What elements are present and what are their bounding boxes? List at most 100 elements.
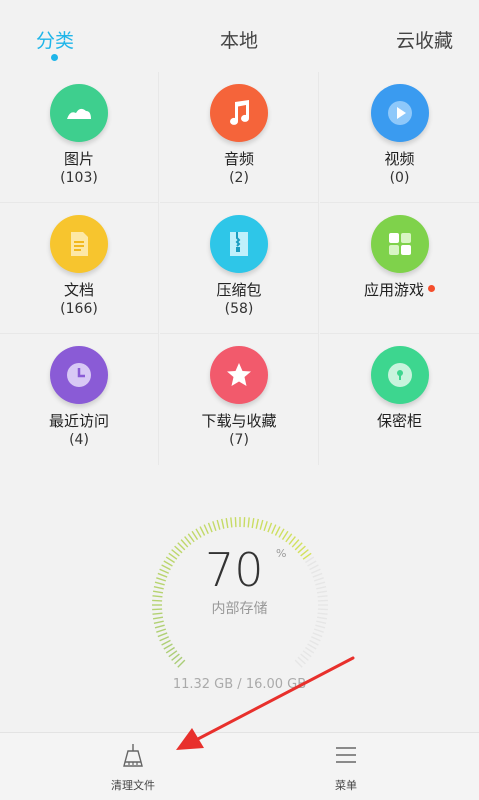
gauge-tick bbox=[315, 624, 326, 629]
gauge-tick bbox=[294, 659, 303, 668]
category-label: 下载与收藏 bbox=[201, 412, 277, 430]
category-count: (103) bbox=[60, 170, 98, 186]
category-label: 图片 bbox=[63, 150, 94, 168]
gauge-tick bbox=[152, 590, 164, 594]
video-icon bbox=[370, 84, 429, 142]
gauge-tick bbox=[310, 568, 321, 574]
gauge-tick bbox=[300, 653, 309, 661]
lock-icon bbox=[370, 346, 429, 404]
gauge-tick bbox=[168, 650, 178, 658]
tab-category[interactable]: 分类 bbox=[36, 26, 74, 53]
category-count: (4) bbox=[69, 432, 89, 448]
category-grid: 图片 (103) 音频 (2) 视频 (0) 文档 (166) 压缩包 (58)… bbox=[0, 72, 479, 465]
star-icon bbox=[210, 346, 268, 404]
gauge-tick bbox=[195, 528, 202, 538]
menu-label: 菜单 bbox=[335, 779, 357, 792]
gauge-tick bbox=[184, 536, 192, 545]
category-audio[interactable]: 音频 (2) bbox=[160, 72, 319, 203]
gauge-tick bbox=[288, 536, 296, 545]
gauge-tick bbox=[278, 528, 285, 538]
tab-cloud-favorites[interactable]: 云收藏 bbox=[396, 26, 453, 53]
gauge-tick bbox=[174, 656, 183, 665]
category-documents[interactable]: 文档 (166) bbox=[0, 203, 159, 334]
category-label: 文档 bbox=[63, 281, 94, 299]
gauge-tick bbox=[309, 564, 319, 571]
tab-bar: 分类 本地 云收藏 bbox=[0, 0, 479, 72]
gauge-tick bbox=[187, 533, 195, 543]
gauge-tick bbox=[180, 539, 189, 548]
music-icon bbox=[210, 84, 268, 142]
category-downloads-favorites[interactable]: 下载与收藏 (7) bbox=[160, 334, 319, 465]
gauge-tick bbox=[302, 552, 312, 560]
gauge-tick bbox=[316, 590, 328, 594]
zip-icon bbox=[210, 215, 268, 273]
gauge-tick bbox=[153, 586, 164, 590]
category-images[interactable]: 图片 (103) bbox=[0, 72, 159, 203]
gauge-tick bbox=[171, 549, 180, 557]
gauge-tick bbox=[243, 517, 246, 528]
gauge-tick bbox=[312, 632, 323, 638]
category-label: 音频 bbox=[223, 150, 254, 168]
new-badge bbox=[428, 285, 435, 292]
category-label: 应用游戏 bbox=[320, 279, 479, 300]
gauge-tick bbox=[156, 628, 167, 633]
menu-button[interactable]: 菜单 bbox=[226, 733, 466, 800]
category-apps-games[interactable]: 应用游戏 bbox=[320, 203, 479, 334]
gauge-tick bbox=[297, 545, 306, 554]
tab-local[interactable]: 本地 bbox=[220, 26, 258, 53]
gauge-tick bbox=[315, 581, 326, 586]
category-count: (0) bbox=[389, 170, 410, 186]
gauge-tick bbox=[163, 643, 173, 650]
gauge-tick bbox=[307, 560, 317, 567]
gauge-tick bbox=[165, 646, 175, 654]
gauge-tick bbox=[216, 519, 221, 530]
gauge-tick bbox=[305, 556, 315, 564]
category-count: (7) bbox=[229, 432, 249, 448]
category-count: (166) bbox=[60, 301, 98, 317]
category-label: 视频 bbox=[384, 150, 415, 168]
category-recent[interactable]: 最近访问 (4) bbox=[0, 334, 159, 465]
category-count: (58) bbox=[224, 301, 254, 317]
gauge-tick bbox=[165, 556, 175, 564]
category-count: (2) bbox=[229, 170, 249, 186]
clean-files-button[interactable]: 清理文件 bbox=[13, 733, 253, 800]
gauge-tick bbox=[313, 628, 324, 633]
document-icon bbox=[50, 215, 108, 273]
gauge-tick bbox=[230, 517, 233, 528]
gauge-tick bbox=[309, 639, 319, 646]
category-safe-box[interactable]: 保密柜 bbox=[320, 334, 479, 465]
gauge-tick bbox=[225, 517, 229, 529]
gauge-tick bbox=[159, 636, 170, 642]
gauge-tick bbox=[161, 564, 171, 571]
gauge-tick bbox=[159, 568, 170, 574]
apps-icon bbox=[370, 215, 429, 273]
menu-icon bbox=[336, 747, 356, 763]
gauge-tick bbox=[300, 549, 309, 557]
gauge-tick bbox=[221, 518, 225, 529]
gauge-tick bbox=[310, 636, 321, 642]
gauge-tick bbox=[177, 542, 186, 551]
gauge-tick bbox=[271, 524, 277, 535]
percent-sign: % bbox=[276, 547, 287, 560]
storage-label: 内部存储 bbox=[211, 601, 268, 617]
gauge-tick bbox=[199, 526, 206, 536]
gauge-tick bbox=[317, 595, 328, 598]
gauge-tick bbox=[316, 586, 327, 590]
category-archives[interactable]: 压缩包 (58) bbox=[160, 203, 319, 334]
gauge-tick bbox=[313, 577, 324, 582]
gauge-tick bbox=[291, 539, 300, 548]
category-video[interactable]: 视频 (0) bbox=[320, 72, 479, 203]
gauge-tick bbox=[212, 521, 217, 532]
gauge-tick bbox=[207, 522, 213, 533]
clean-files-label: 清理文件 bbox=[111, 779, 155, 792]
gauge-tick bbox=[234, 517, 237, 528]
gauge-tick bbox=[168, 552, 178, 560]
gauge-tick bbox=[161, 639, 171, 646]
category-label: 最近访问 bbox=[48, 412, 109, 430]
gauge-tick bbox=[274, 526, 281, 536]
storage-panel[interactable]: 70 % 内部存储 11.32 GB / 16.00 GB bbox=[0, 465, 479, 730]
gauge-tick bbox=[285, 533, 293, 543]
gauge-tick bbox=[312, 572, 323, 578]
gauge-tick bbox=[305, 646, 315, 654]
gauge-tick bbox=[191, 530, 199, 540]
